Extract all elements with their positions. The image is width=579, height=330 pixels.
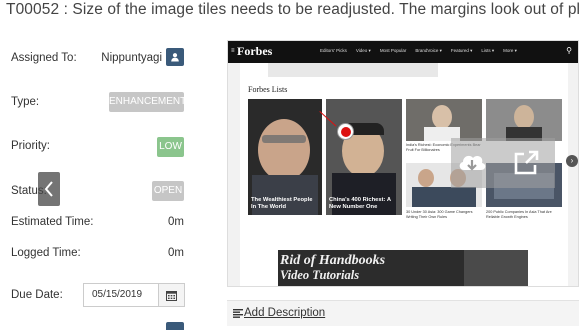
pin-dot xyxy=(340,126,351,137)
portrait-photo xyxy=(258,119,310,181)
forbes-lists-heading: Forbes Lists xyxy=(248,85,288,94)
portrait-photo xyxy=(432,105,452,129)
chevron-right-icon: › xyxy=(570,156,574,165)
list-tile: China's 400 Richest: A New Number One xyxy=(326,99,402,215)
small-tile-photo xyxy=(406,99,482,141)
priority-badge[interactable]: LOW xyxy=(157,137,184,157)
calendar-button[interactable] xyxy=(158,283,185,307)
status-badge[interactable]: OPEN xyxy=(152,181,184,201)
user-icon xyxy=(171,53,179,62)
calendar-icon xyxy=(166,290,177,301)
top-strip xyxy=(268,63,438,77)
nav-link: Editors' Picks xyxy=(320,48,347,53)
estimated-time-label: Estimated Time: xyxy=(11,216,94,228)
estimated-time-value: 0m xyxy=(168,216,184,228)
priority-label: Priority: xyxy=(11,140,50,152)
portrait-photo xyxy=(514,105,534,129)
assignee-name: Nippuntyagi xyxy=(101,52,162,64)
due-date-input[interactable]: 05/15/2019 xyxy=(83,283,158,307)
forbes-logo: Forbes xyxy=(237,44,273,58)
assignee-user-button[interactable] xyxy=(166,48,184,66)
nav-link: Featured ▾ xyxy=(450,48,473,53)
chevron-left-icon xyxy=(44,181,53,197)
next-image-button[interactable]: › xyxy=(566,155,578,167)
forbes-nav-links: Editors' Picks Video ▾ Most Popular Bran… xyxy=(320,48,517,54)
logged-time-label: Logged Time: xyxy=(11,247,81,259)
portrait-photo xyxy=(418,169,434,187)
nav-link: Most Popular xyxy=(379,48,407,53)
description-bar: Add Description xyxy=(227,300,579,326)
nav-link: Lists ▾ xyxy=(481,48,495,53)
tile-caption: China's 400 Richest: A New Number One xyxy=(329,197,391,211)
nav-link: BrandVoice ▾ xyxy=(415,48,442,53)
small-tile-caption: 30 Under 30 Asia: 300 Game Changers Writ… xyxy=(406,210,473,219)
banner-line-2: Video Tutorials xyxy=(280,268,360,282)
type-label: Type: xyxy=(11,96,40,108)
cloud-download-icon xyxy=(459,155,486,171)
banner-text: Rid of Handbooks Video Tutorials xyxy=(280,253,386,283)
next-row-button[interactable] xyxy=(166,322,184,330)
small-tile-photo xyxy=(486,99,562,141)
small-tile-caption: 200 Public Companies In Asia That Are Re… xyxy=(486,210,552,219)
download-button[interactable] xyxy=(455,148,489,178)
image-action-overlay xyxy=(451,138,555,188)
logged-time-value: 0m xyxy=(168,247,184,259)
forbes-nav-bar: ≡ Forbes Editors' Picks Video ▾ Most Pop… xyxy=(228,41,578,63)
align-left-icon xyxy=(233,309,243,318)
list-tile: The Wealthiest People In The World xyxy=(248,99,322,215)
type-badge[interactable]: ENHANCEMENT xyxy=(109,92,186,112)
due-date-label: Due Date: xyxy=(11,289,63,301)
video-tutorials-banner: Rid of Handbooks Video Tutorials xyxy=(278,250,528,286)
glasses-shape xyxy=(262,135,306,143)
menu-icon: ≡ xyxy=(231,48,235,54)
nav-link: Video ▾ xyxy=(355,48,371,53)
suit-shape xyxy=(412,187,476,207)
previous-image-button[interactable] xyxy=(38,172,60,206)
banner-line-1: Rid of Handbooks xyxy=(280,253,386,268)
external-link-icon xyxy=(514,150,539,175)
add-description-link[interactable]: Add Description xyxy=(244,307,325,319)
open-external-button[interactable] xyxy=(509,148,543,178)
nav-link: More ▾ xyxy=(503,48,517,53)
assigned-to-label: Assigned To: xyxy=(11,52,77,64)
tile-caption: The Wealthiest People In The World xyxy=(251,197,313,211)
task-title: T00052 : Size of the image tiles needs t… xyxy=(6,1,579,18)
annotation-pin[interactable] xyxy=(337,123,354,140)
banner-photo xyxy=(464,250,528,286)
search-icon: ⚲ xyxy=(566,46,572,55)
